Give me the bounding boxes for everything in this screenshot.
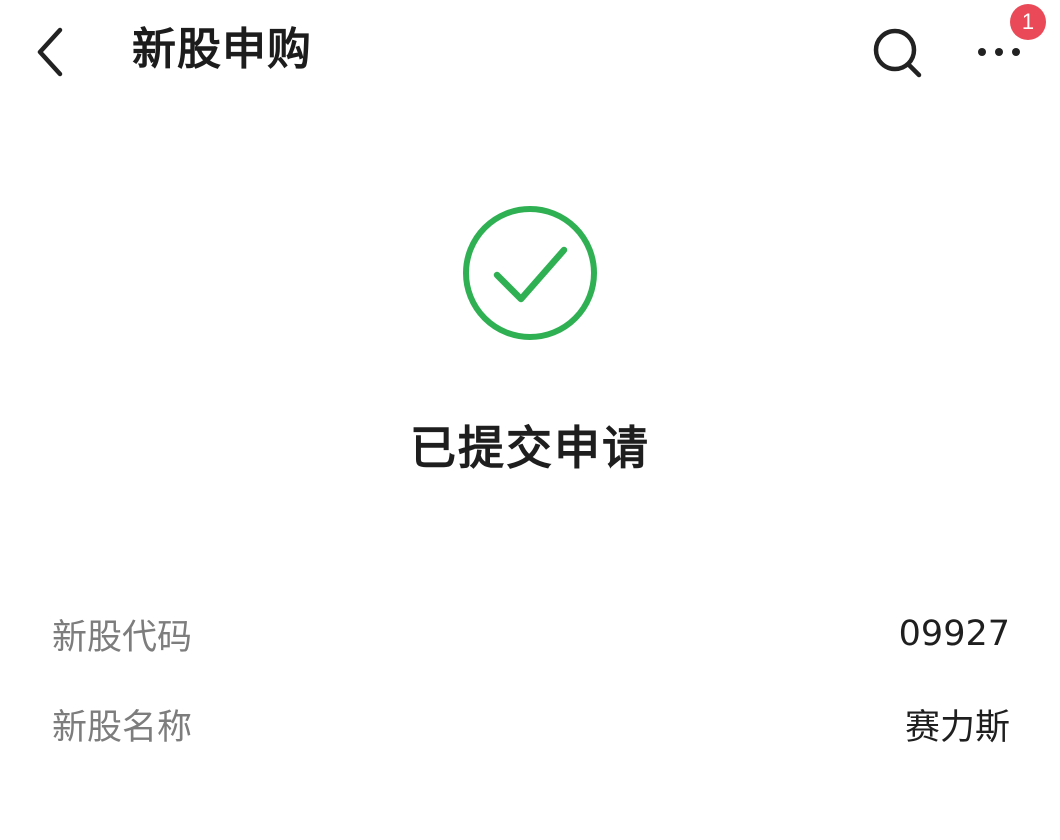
detail-row-stock-name: 新股名称 赛力斯 xyxy=(52,694,1010,754)
search-icon xyxy=(873,28,922,78)
chevron-left-icon xyxy=(37,27,63,77)
back-button[interactable] xyxy=(22,20,78,84)
detail-label: 新股代码 xyxy=(52,617,193,658)
notification-badge: 1 xyxy=(1010,4,1046,40)
detail-value: 09927 xyxy=(898,614,1010,654)
top-bar: 新股申购 1 xyxy=(0,0,1060,104)
detail-row-partial xyxy=(52,780,1010,840)
detail-value: 赛力斯 xyxy=(904,707,1010,748)
page-title: 新股申购 xyxy=(132,24,312,75)
status-text: 已提交申请 xyxy=(410,421,650,475)
detail-row-stock-code: 新股代码 09927 xyxy=(52,604,1010,664)
check-circle-icon xyxy=(463,206,597,340)
detail-label: 新股名称 xyxy=(52,707,193,748)
more-horizontal-icon xyxy=(978,48,1020,56)
search-button[interactable] xyxy=(868,24,926,82)
